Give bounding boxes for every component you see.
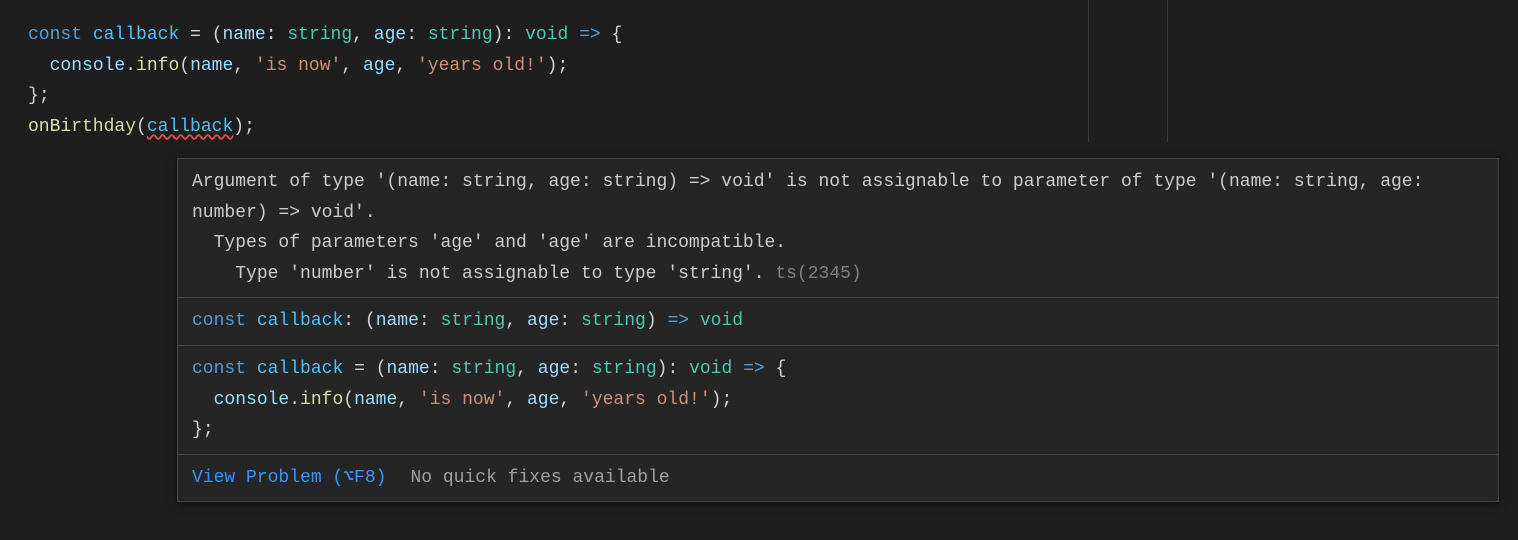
code-line-4[interactable]: onBirthday(callback); [28, 112, 1508, 143]
type-signature-section: const callback: (name: string, age: stri… [178, 298, 1498, 346]
error-code: ts(2345) [765, 264, 862, 284]
error-message-line1: Argument of type '(name: string, age: st… [192, 172, 1434, 223]
ruler-1 [1088, 0, 1089, 142]
view-problem-link[interactable]: View Problem (⌥F8) [192, 463, 386, 494]
code-line-2[interactable]: console.info(name, 'is now', age, 'years… [28, 51, 1508, 82]
error-message-section: Argument of type '(name: string, age: st… [178, 159, 1498, 298]
error-token-callback[interactable]: callback [147, 117, 233, 137]
ruler-2 [1167, 0, 1168, 142]
code-line-3[interactable]: }; [28, 81, 1508, 112]
error-message-line3: Type 'number' is not assignable to type … [192, 264, 765, 284]
definition-section: const callback = (name: string, age: str… [178, 346, 1498, 455]
code-editor[interactable]: const callback = (name: string, age: str… [0, 0, 1518, 142]
error-message-line2: Types of parameters 'age' and 'age' are … [192, 233, 786, 253]
code-line-1[interactable]: const callback = (name: string, age: str… [28, 20, 1508, 51]
hover-tooltip: Argument of type '(name: string, age: st… [177, 158, 1499, 502]
no-quick-fix-label: No quick fixes available [410, 463, 669, 494]
hover-footer: View Problem (⌥F8) No quick fixes availa… [178, 455, 1498, 502]
